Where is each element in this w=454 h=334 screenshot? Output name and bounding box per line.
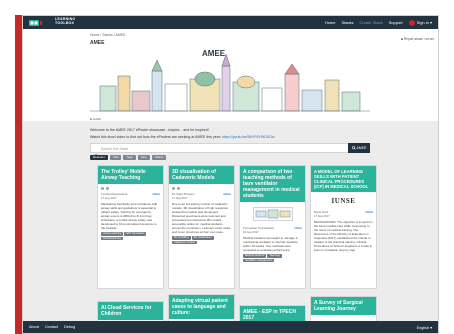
left-accent-bar [15,15,22,334]
tag[interactable]: Ventilator management [243,258,274,263]
tag[interactable]: Multidisciplinary [101,236,124,241]
learning-toolbox-logo[interactable] [29,19,53,27]
card-org[interactable]: AMEE [152,192,160,196]
stack-intro-line-1: Welcome to the AMEE 2017 ePoster showcas… [90,128,209,132]
card-org[interactable]: AMEE [294,226,302,230]
card-date: 19 Aug 2017 [243,230,259,234]
card-body: Pornpawan Tanchaiswan AMEE 19 Aug 2017 Me… [240,202,305,264]
ventilator-diagram-image [252,207,293,221]
nav-home[interactable]: Home [325,20,336,25]
svg-text:AMEE: AMEE [202,49,226,58]
nav-stacks[interactable]: Stacks [341,20,353,25]
tag[interactable]: Cadaveric models [172,240,197,245]
top-navbar: LEARNING TOOLBOX Home Stacks Create Stac… [23,16,438,29]
card-tags: Medical students Teaching Ventilator man… [243,254,302,263]
screenshot-stage: LEARNING TOOLBOX Home Stacks Create Stac… [0,0,454,334]
iunse-logo: IUNSE [331,197,356,205]
stack-search-bar[interactable]: Search this Stack AMEE [90,143,370,159]
card-thumbnail [243,204,302,224]
tag[interactable]: Airway teaching [101,232,124,236]
user-avatar-icon [408,19,415,26]
card-icons [172,186,231,190]
star-icon[interactable] [106,186,109,190]
signin-menu[interactable]: Sign in ▾ [408,19,432,26]
filter-new[interactable]: New [137,155,150,160]
signin-label: Sign in ▾ [416,20,432,25]
card-body: Bo Kathy Brunson AMEE 17 Aug 2017 Due to … [169,184,234,246]
site-footer: About Contact Debug English ▾ [23,321,438,333]
filter-relevant[interactable]: Relevant [90,155,108,160]
card-description: Medical students are taught to manage a … [243,236,298,252]
sort-filters: Relevant Title Tags New Oldest [90,155,167,160]
filter-tags[interactable]: Tags [123,155,136,160]
card-icons [101,186,160,190]
footer-contact[interactable]: Contact [45,325,58,329]
card-title[interactable]: A MODEL OF LEARNING SKILLS WITH PATIENT … [311,166,376,192]
card-tags: 3D modeling 3D visualization Cadaveric m… [172,236,231,245]
card-date: 17 Aug 2017 [101,196,117,200]
tag[interactable]: 3D modeling [172,236,191,240]
filter-oldest[interactable]: Oldest [151,155,167,160]
breadcrumb: Home / Stacks / AMEE [90,33,126,37]
search-icon-button [351,145,356,151]
nav-support[interactable]: Support [389,20,403,25]
tag[interactable]: Medical students [243,254,267,258]
share-icon[interactable] [101,186,104,190]
card-title[interactable]: AI Cloud Services for Children [98,302,163,320]
search-scope-button[interactable]: AMEE [348,143,370,153]
stack-header: Home / Stacks / AMEE ■ Report abuse / er… [23,29,438,121]
filter-title[interactable]: Title [109,155,122,160]
card-org[interactable]: AMEE [223,192,231,196]
footer-debug[interactable]: Debug [64,325,75,329]
card-body: Cynthia Abeyesekera AMEE 17 Aug 2017 Main… [98,184,163,242]
intro-text: Watch this short video to find out how t… [90,135,222,139]
poster-card[interactable]: Adapting virtual patient cases to langua… [168,294,235,324]
logo-text: LEARNING TOOLBOX [55,17,75,25]
card-date: 17 Aug 2017 [172,196,188,200]
poster-card[interactable]: 3D visualization of Cadaveric Models Bo … [168,165,235,289]
video-link[interactable]: https://youtu.be/B6YF8YWO0Ow [222,135,275,139]
card-title[interactable]: A comparison of two teaching methods of … [240,166,305,202]
browser-viewport: LEARNING TOOLBOX Home Stacks Create Stac… [22,15,439,334]
stack-banner-image: AMEE [90,46,370,116]
tag[interactable]: ENT Simulation [124,232,147,236]
nav-links: Home Stacks Create Stack Support Sign in… [325,16,432,29]
card-title[interactable]: The Trolley' Mobile Airway Teaching [98,166,163,184]
footer-about[interactable]: About [29,325,39,329]
card-description: Maintaining familiarity and confidence w… [101,202,158,230]
card-tags: Airway teaching ENT Simulation Multidisc… [101,232,160,241]
language-selector[interactable]: English ▾ [417,325,432,330]
tag[interactable]: 3D visualization [191,236,214,240]
share-icon[interactable] [172,186,175,190]
search-scope-label: AMEE [356,146,367,150]
card-title[interactable]: 3D visualization of Cadaveric Models [169,166,234,184]
nav-create-stack[interactable]: Create Stack [360,20,383,25]
card-title[interactable]: Adapting virtual patient cases to langua… [169,295,234,319]
card-body: IUNSE Maria Scott AMEE 17 Aug 2017 BACKGR… [311,192,376,254]
poster-card[interactable]: The Trolley' Mobile Airway Teaching Cynt… [97,165,164,289]
card-date: 17 Aug 2017 [314,214,330,218]
star-icon[interactable] [177,186,180,190]
card-description: BACKGROUND: The objective is to perform … [314,220,373,252]
logo-line-2: TOOLBOX [55,21,75,25]
stack-intro-line-2: Watch this short video to find out how t… [90,135,274,139]
banner-caption: ■ AMEE [90,117,101,121]
search-placeholder: Search this Stack [101,147,129,151]
card-thumbnail: IUNSE [314,194,373,208]
card-title[interactable]: A Survey of Surgical Learning Journey [311,297,376,315]
footer-links: About Contact Debug [29,325,75,329]
card-description: Due to an increasing number of cadaveric… [172,202,231,234]
poster-card[interactable]: A comparison of two teaching methods of … [239,165,306,289]
report-abuse-link[interactable]: ■ Report abuse / errors [401,37,434,41]
poster-card[interactable]: A MODEL OF LEARNING SKILLS WITH PATIENT … [310,165,377,289]
card-org[interactable]: AMEE [365,210,373,214]
tag[interactable]: Teaching [267,254,282,258]
